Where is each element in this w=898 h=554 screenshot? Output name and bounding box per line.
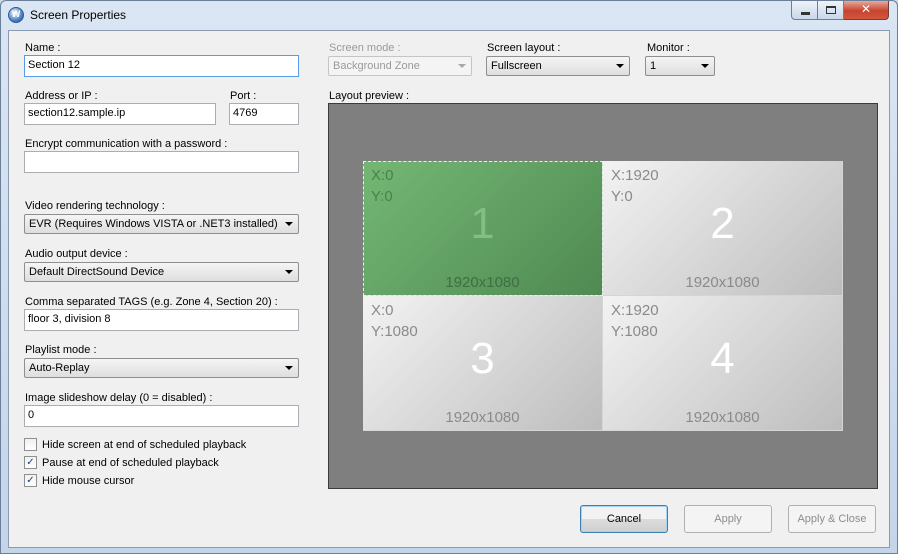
window-controls: ✕ <box>791 1 889 20</box>
chevron-down-icon <box>285 270 293 274</box>
playlist-mode-value: Auto-Replay <box>29 362 90 374</box>
layout-preview: X:0 Y:0 1 1920x1080 X:1920 Y:0 2 1920x10… <box>328 103 878 489</box>
tile-number: 4 <box>710 334 735 383</box>
pause-playback-checkbox[interactable]: ✓ <box>24 456 37 469</box>
chevron-down-icon <box>701 64 709 68</box>
screen-tile-1[interactable]: X:0 Y:0 1 1920x1080 <box>363 161 603 296</box>
title-bar[interactable]: W Screen Properties ✕ <box>1 1 897 30</box>
hide-cursor-label: Hide mouse cursor <box>42 474 135 487</box>
name-input[interactable]: Section 12 <box>24 55 299 77</box>
playlist-mode-select[interactable]: Auto-Replay <box>24 358 299 378</box>
hide-screen-checkbox-row[interactable]: Hide screen at end of scheduled playback <box>24 438 246 451</box>
apply-button[interactable]: Apply <box>684 505 772 533</box>
monitor-value: 1 <box>650 60 657 72</box>
close-button[interactable]: ✕ <box>844 1 889 20</box>
playlist-mode-label: Playlist mode : <box>25 344 97 356</box>
chevron-down-icon <box>616 64 624 68</box>
encrypt-label: Encrypt communication with a password : <box>25 138 228 150</box>
pause-playback-label: Pause at end of scheduled playback <box>42 456 219 469</box>
password-input[interactable] <box>24 151 299 173</box>
screen-properties-window: W Screen Properties ✕ Name : Section 12 … <box>0 0 898 554</box>
tile-resolution: 1920x1080 <box>685 274 760 291</box>
window-title: Screen Properties <box>30 8 127 22</box>
screen-mode-select[interactable]: Background Zone <box>328 56 472 76</box>
port-label: Port : <box>230 90 257 102</box>
screen-tile-3[interactable]: X:0 Y:1080 3 1920x1080 <box>363 296 603 431</box>
name-label: Name : <box>25 42 61 54</box>
maximize-icon <box>826 6 836 14</box>
tile-x-coord: X:0 <box>371 302 394 319</box>
chevron-down-icon <box>285 222 293 226</box>
tile-number: 3 <box>470 334 495 383</box>
screen-layout-label: Screen layout : <box>487 42 561 54</box>
app-logo-icon[interactable]: W <box>8 7 24 23</box>
minimize-button[interactable] <box>791 1 818 20</box>
screen-mode-value: Background Zone <box>333 60 420 72</box>
screen-tile-4[interactable]: X:1920 Y:1080 4 1920x1080 <box>603 296 843 431</box>
chevron-down-icon <box>285 366 293 370</box>
screen-layout-value: Fullscreen <box>491 60 542 72</box>
tile-resolution: 1920x1080 <box>685 409 760 426</box>
address-label: Address or IP : <box>25 90 98 102</box>
close-icon: ✕ <box>860 2 872 16</box>
hide-cursor-checkbox[interactable]: ✓ <box>24 474 37 487</box>
hide-screen-label: Hide screen at end of scheduled playback <box>42 438 247 451</box>
slideshow-delay-input[interactable]: 0 <box>24 405 299 427</box>
app-logo-letter: W <box>11 9 21 19</box>
tile-x-coord: X:1920 <box>611 302 659 319</box>
screen-tile-2[interactable]: X:1920 Y:0 2 1920x1080 <box>603 161 843 296</box>
address-input[interactable]: section12.sample.ip <box>24 103 216 125</box>
tags-label: Comma separated TAGS (e.g. Zone 4, Secti… <box>25 296 278 308</box>
screen-layout-select[interactable]: Fullscreen <box>486 56 630 76</box>
pause-playback-checkbox-row[interactable]: ✓ Pause at end of scheduled playback <box>24 456 219 469</box>
tile-number: 1 <box>470 199 495 248</box>
hide-cursor-checkbox-row[interactable]: ✓ Hide mouse cursor <box>24 474 134 487</box>
video-rendering-label: Video rendering technology : <box>25 200 165 212</box>
hide-screen-checkbox[interactable] <box>24 438 37 451</box>
tile-number: 2 <box>710 199 735 248</box>
apply-close-button[interactable]: Apply & Close <box>788 505 876 533</box>
chevron-down-icon <box>458 64 466 68</box>
video-rendering-select[interactable]: EVR (Requires Windows VISTA or .NET3 ins… <box>24 214 299 234</box>
port-input[interactable]: 4769 <box>229 103 299 125</box>
tile-x-coord: X:0 <box>371 167 394 184</box>
slideshow-delay-label: Image slideshow delay (0 = disabled) : <box>25 392 213 404</box>
monitor-select[interactable]: 1 <box>645 56 715 76</box>
screen-mode-label: Screen mode : <box>329 42 401 54</box>
audio-output-value: Default DirectSound Device <box>29 266 165 278</box>
audio-output-label: Audio output device : <box>25 248 128 260</box>
audio-output-select[interactable]: Default DirectSound Device <box>24 262 299 282</box>
tile-resolution: 1920x1080 <box>445 274 520 291</box>
video-rendering-value: EVR (Requires Windows VISTA or .NET3 ins… <box>29 218 278 230</box>
cancel-button[interactable]: Cancel <box>580 505 668 533</box>
minimize-icon <box>801 12 810 15</box>
layout-preview-label: Layout preview : <box>329 90 410 102</box>
monitor-label: Monitor : <box>647 42 690 54</box>
tags-input[interactable]: floor 3, division 8 <box>24 309 299 331</box>
dialog-body: Name : Section 12 Address or IP : sectio… <box>8 30 890 548</box>
maximize-button[interactable] <box>818 1 844 20</box>
tile-resolution: 1920x1080 <box>445 409 520 426</box>
tile-x-coord: X:1920 <box>611 167 659 184</box>
